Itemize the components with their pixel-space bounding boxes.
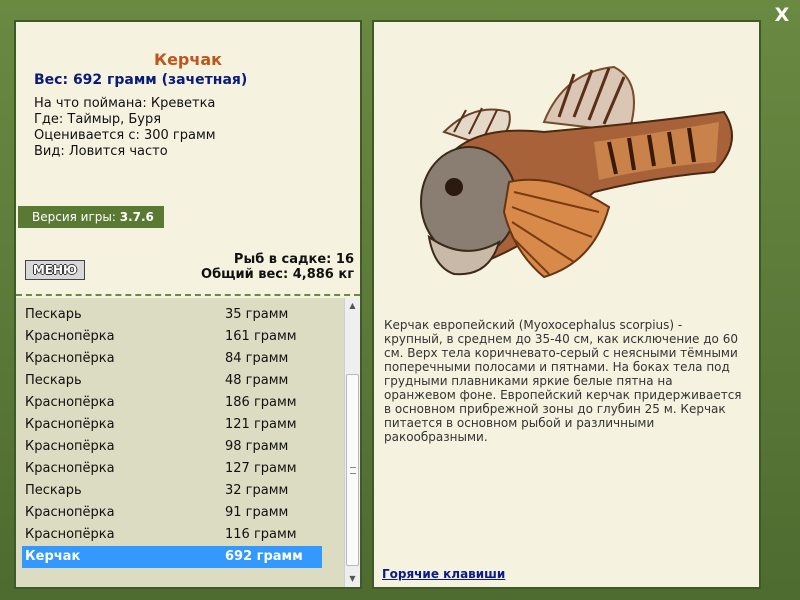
fish-name-cell: Краснопёрка: [25, 527, 115, 542]
fish-weight-cell: 48 грамм: [225, 373, 289, 388]
list-item[interactable]: Краснопёрка 98 грамм: [22, 436, 322, 458]
scroll-down-icon[interactable]: ▼: [345, 571, 360, 587]
fish-info: Керчак Вес: 692 грамм (зачетная) На что …: [16, 22, 360, 292]
fish-name-cell: Керчак: [25, 549, 81, 564]
fish-name-cell: Пескарь: [25, 307, 82, 322]
fish-weight-cell: 692 грамм: [225, 549, 303, 564]
list-item[interactable]: Краснопёрка 186 грамм: [22, 392, 322, 414]
list-item[interactable]: Краснопёрка 91 грамм: [22, 502, 322, 524]
fish-weight-cell: 84 грамм: [225, 351, 289, 366]
fish-weight-cell: 161 грамм: [225, 329, 297, 344]
fish-weight: Вес: 692 грамм (зачетная): [34, 72, 248, 88]
close-button[interactable]: X: [772, 5, 792, 25]
fish-name-cell: Краснопёрка: [25, 505, 115, 520]
fish-description: Керчак европейский (Myoxocephalus scorpi…: [384, 318, 742, 444]
close-icon: X: [774, 4, 790, 26]
scroll-thumb[interactable]: [346, 374, 359, 566]
divider: [16, 294, 360, 296]
fish-image: [420, 65, 733, 279]
fish-weight-cell: 121 грамм: [225, 417, 297, 432]
version-label: Версия игры:: [32, 210, 116, 224]
kind: Вид: Ловится часто: [34, 144, 168, 159]
list-item[interactable]: Пескарь 48 грамм: [22, 370, 322, 392]
fish-weight-cell: 35 грамм: [225, 307, 289, 322]
list-item[interactable]: Пескарь 35 грамм: [22, 304, 322, 326]
location: Где: Таймыр, Буря: [34, 112, 162, 127]
fish-name-cell: Краснопёрка: [25, 351, 115, 366]
fish-weight-cell: 98 грамм: [225, 439, 289, 454]
caught-on: На что поймана: Креветка: [34, 96, 216, 111]
scrollbar[interactable]: ▲ ▼: [344, 298, 360, 587]
version-number: 3.7.6: [119, 210, 154, 224]
hotkeys-link[interactable]: Горячие клавиши: [382, 567, 505, 581]
keepnet-stats: Рыб в садке: 16 Общий вес: 4,886 кг: [201, 252, 354, 282]
list-item[interactable]: Краснопёрка 84 грамм: [22, 348, 322, 370]
fish-name-cell: Краснопёрка: [25, 329, 115, 344]
fish-weight-cell: 32 грамм: [225, 483, 289, 498]
fish-weight-cell: 186 грамм: [225, 395, 297, 410]
grip-icon: [350, 467, 356, 474]
catch-panel: Керчак Вес: 692 грамм (зачетная) На что …: [14, 20, 362, 589]
list-item[interactable]: Керчак 692 грамм: [22, 546, 322, 568]
list-item[interactable]: Пескарь 32 грамм: [22, 480, 322, 502]
list-item[interactable]: Краснопёрка 127 грамм: [22, 458, 322, 480]
fish-name-cell: Краснопёрка: [25, 461, 115, 476]
fish-details: На что поймана: Креветка Где: Таймыр, Бу…: [34, 96, 216, 160]
description-panel: Керчак европейский (Myoxocephalus scorpi…: [372, 20, 761, 589]
fish-count: Рыб в садке: 16: [233, 252, 354, 267]
fish-name-cell: Краснопёрка: [25, 395, 115, 410]
list-item[interactable]: Краснопёрка 161 грамм: [22, 326, 322, 348]
menu-button[interactable]: МЕНЮ: [25, 260, 85, 280]
fish-weight-cell: 116 грамм: [225, 527, 297, 542]
fish-name-cell: Краснопёрка: [25, 417, 115, 432]
list-item[interactable]: Краснопёрка 116 грамм: [22, 524, 322, 546]
list-item[interactable]: Краснопёрка 121 грамм: [22, 414, 322, 436]
fish-weight-cell: 91 грамм: [225, 505, 289, 520]
scroll-up-icon[interactable]: ▲: [345, 298, 360, 314]
version-badge: Версия игры: 3.7.6: [18, 206, 164, 228]
fish-weight-cell: 127 грамм: [225, 461, 297, 476]
catch-list: Керчак 692 грамм Краснопёрка 116 грамм Красн…: [16, 298, 360, 587]
value: Оценивается с: 300 грамм: [34, 128, 216, 143]
fish-name-cell: Пескарь: [25, 483, 82, 498]
fish-name-cell: Краснопёрка: [25, 439, 115, 454]
total-weight: Общий вес: 4,886 кг: [201, 267, 354, 282]
fish-name: Керчак: [153, 50, 223, 69]
fish-name-cell: Пескарь: [25, 373, 82, 388]
